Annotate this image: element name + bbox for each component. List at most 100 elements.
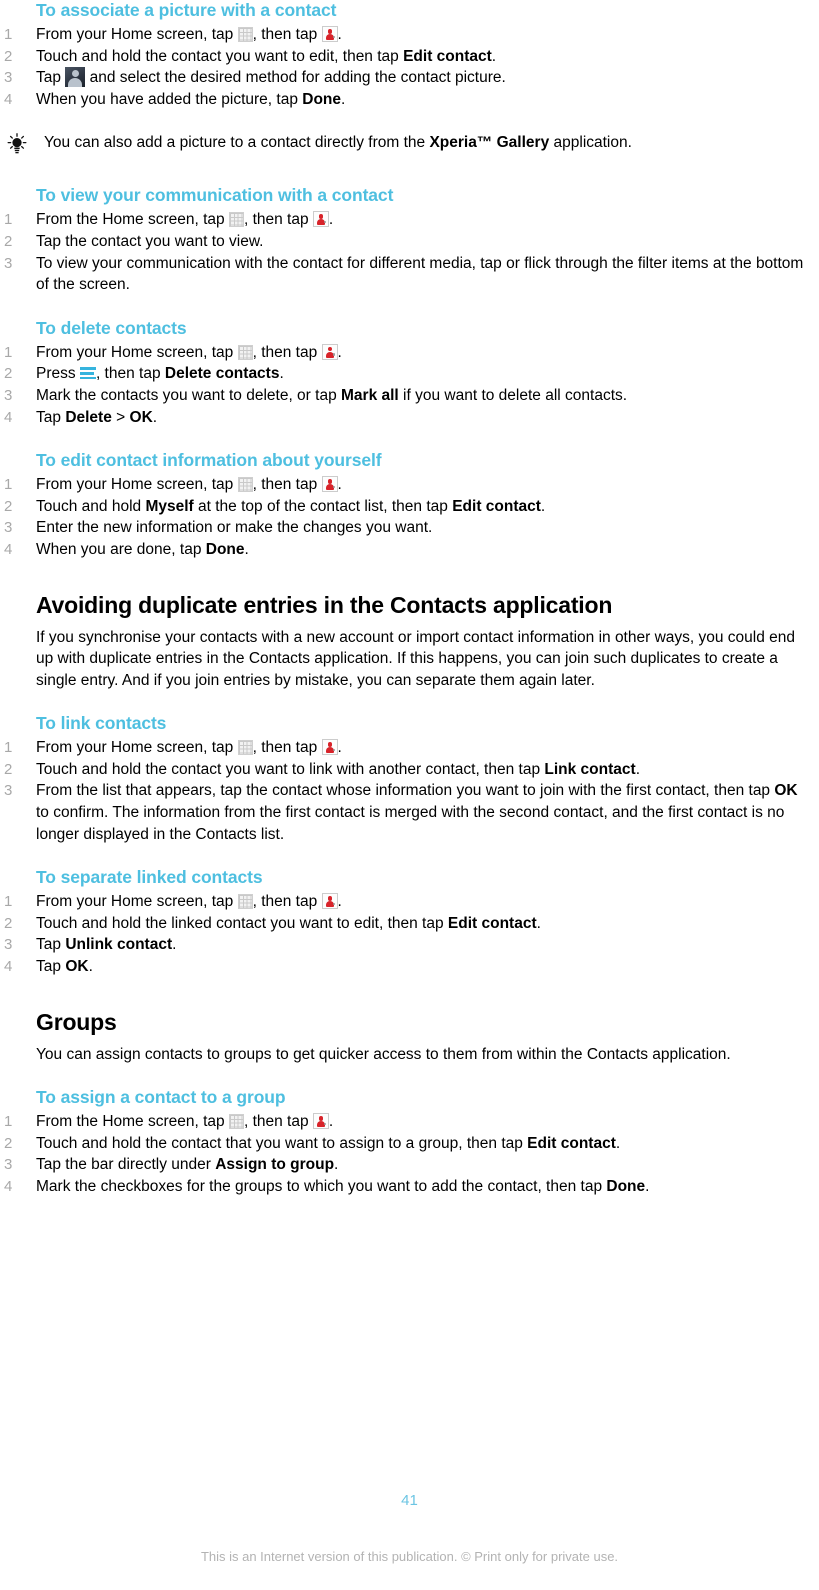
ui-label: Mark all: [341, 386, 399, 404]
contacts-icon: [312, 211, 329, 228]
step-text: .: [341, 90, 346, 108]
ui-label: Done: [205, 540, 245, 558]
ui-label: OK: [65, 958, 89, 976]
grid-icon: [228, 1114, 244, 1130]
step-item: Tap Unlink contact.: [0, 934, 808, 956]
step-item: Touch and hold Myself at the top of the …: [0, 496, 808, 518]
step-item: Press , then tap Delete contacts.: [0, 363, 808, 385]
step-text: and select the desired method for adding…: [85, 69, 506, 87]
ui-label: Done: [302, 90, 342, 108]
step-item: From the Home screen, tap , then tap .: [0, 209, 808, 231]
step-text: From the list that appears, tap the cont…: [36, 782, 775, 800]
step-item: Tap and select the desired method for ad…: [0, 67, 808, 89]
ui-label: OK: [774, 782, 798, 800]
heading-assign-contact-group: To assign a contact to a group: [36, 1087, 286, 1108]
ui-label: Xperia™ Gallery: [429, 134, 550, 152]
step-text: .: [244, 540, 249, 558]
step-item: From your Home screen, tap , then tap .: [0, 342, 808, 364]
step-text: Touch and hold the linked contact you wa…: [36, 914, 448, 932]
ui-label: Link contact: [544, 760, 636, 778]
grid-icon: [237, 344, 253, 360]
ui-label: Edit contact: [403, 47, 492, 65]
step-item: Touch and hold the contact that you want…: [0, 1133, 808, 1155]
steps-view-communication: From the Home screen, tap , then tap . T…: [0, 209, 819, 295]
step-text: Press: [36, 365, 80, 383]
step-text: Touch and hold: [36, 497, 146, 515]
ui-label: Unlink contact: [65, 936, 173, 954]
step-item: From your Home screen, tap , then tap .: [0, 474, 808, 496]
step-item: Touch and hold the contact you want to e…: [0, 46, 808, 68]
contacts-icon: [321, 739, 338, 756]
step-text: .: [334, 1156, 339, 1174]
step-text: Tap the bar directly under: [36, 1156, 216, 1174]
step-text: >: [111, 408, 130, 426]
step-text: , then tap: [252, 26, 322, 43]
step-text: When you have added the picture, tap: [36, 90, 303, 108]
steps-assign-contact-group: From the Home screen, tap , then tap . T…: [0, 1111, 819, 1197]
step-text: .: [337, 893, 342, 911]
contacts-icon: [321, 26, 338, 42]
grid-icon: [237, 27, 253, 42]
step-text: , then tap: [243, 211, 313, 229]
step-item: Tap the contact you want to view.: [4, 231, 264, 252]
heading-edit-own-info: To edit contact information about yourse…: [36, 450, 382, 471]
step-item: When you have added the picture, tap Don…: [0, 89, 808, 111]
step-text: From your Home screen, tap: [36, 26, 238, 43]
paragraph-avoiding-duplicates: If you synchronise your contacts with a …: [36, 628, 796, 689]
grid-icon: [237, 740, 253, 756]
step-text: at the top of the contact list, then tap: [193, 497, 453, 515]
step-text: , then tap: [252, 343, 322, 361]
heading-link-contacts: To link contacts: [36, 713, 167, 734]
step-item: From your Home screen, tap , then tap .: [0, 737, 808, 759]
step-text: .: [172, 936, 177, 954]
step-text: , then tap: [252, 739, 322, 757]
step-item: To view your communication with the cont…: [4, 253, 804, 294]
step-text: .: [337, 26, 342, 43]
step-text: From the Home screen, tap: [36, 211, 229, 229]
grid-icon: [237, 894, 253, 910]
steps-associate-picture: From your Home screen, tap , then tap . …: [0, 24, 819, 110]
lightbulb-icon: [6, 133, 28, 155]
ui-label: Edit contact: [452, 497, 541, 515]
heading-avoiding-duplicates: Avoiding duplicate entries in the Contac…: [36, 591, 613, 618]
step-text: .: [491, 47, 497, 65]
step-text: , then tap: [95, 365, 165, 383]
contact-photo-icon: [65, 67, 86, 88]
step-text: if you want to delete all contacts.: [398, 386, 628, 404]
ui-label: Delete: [65, 408, 112, 426]
step-text: Mark the checkboxes for the groups to wh…: [36, 1178, 607, 1195]
steps-separate-linked-contacts: From your Home screen, tap , then tap . …: [0, 891, 819, 977]
step-item: From your Home screen, tap , then tap .: [0, 24, 808, 46]
step-text: , then tap: [243, 1113, 313, 1131]
menu-icon: [79, 366, 96, 380]
manual-page: To associate a picture with a contact Fr…: [0, 0, 819, 1590]
steps-edit-own-info: From your Home screen, tap , then tap . …: [0, 474, 819, 560]
contacts-icon: [321, 343, 338, 360]
step-text: , then tap: [252, 476, 322, 494]
step-item: Tap the bar directly under Assign to gro…: [0, 1154, 808, 1176]
step-item: Tap OK.: [0, 956, 808, 978]
tip-text-a: You can also add a picture to a contact …: [44, 134, 430, 152]
footer-note: This is an Internet version of this publ…: [200, 1549, 619, 1564]
step-text: From your Home screen, tap: [36, 343, 238, 361]
step-item: From your Home screen, tap , then tap .: [0, 891, 808, 913]
step-item: Touch and hold the linked contact you wa…: [0, 913, 808, 935]
step-text: Touch and hold the contact you want to e…: [36, 47, 404, 65]
step-item: From the list that appears, tap the cont…: [0, 780, 808, 845]
step-item: When you are done, tap Done.: [0, 539, 808, 561]
step-text: Tap: [36, 958, 66, 976]
step-text: .: [635, 760, 640, 778]
step-text: From your Home screen, tap: [36, 893, 238, 911]
heading-groups: Groups: [36, 1008, 117, 1035]
step-text: .: [337, 343, 342, 361]
step-text: From the Home screen, tap: [36, 1113, 229, 1131]
steps-delete-contacts: From your Home screen, tap , then tap . …: [0, 342, 819, 428]
heading-delete-contacts: To delete contacts: [36, 317, 187, 338]
contacts-icon: [312, 1113, 329, 1130]
contacts-icon: [321, 893, 338, 910]
step-item: From the Home screen, tap , then tap .: [0, 1111, 808, 1133]
step-text: When you are done, tap: [36, 540, 206, 558]
step-text: .: [279, 365, 284, 383]
step-text: Mark the contacts you want to delete, or…: [36, 386, 341, 404]
ui-label: Assign to group: [215, 1156, 335, 1174]
